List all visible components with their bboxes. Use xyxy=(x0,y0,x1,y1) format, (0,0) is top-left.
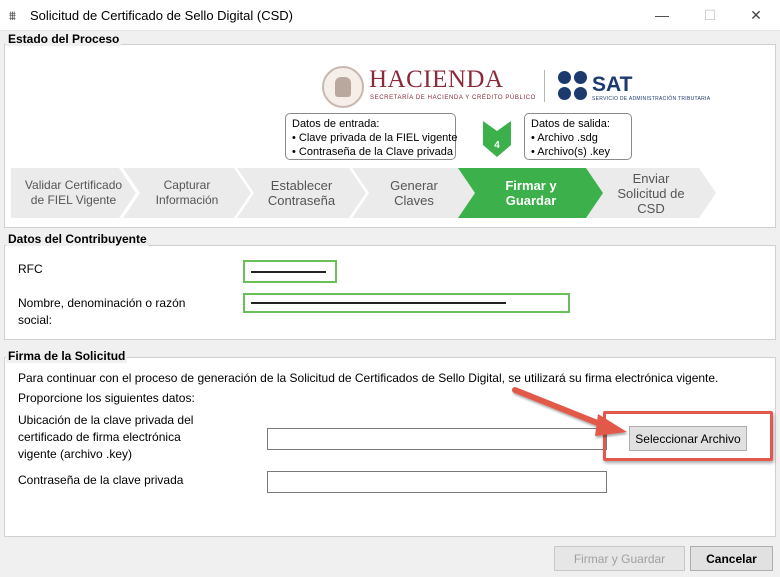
select-file-button[interactable]: Seleccionar Archivo xyxy=(629,426,747,451)
step-firmar-guardar: Firmar y Guardar xyxy=(458,168,604,218)
output-data-box: Datos de salida: • Archivo .sdg • Archiv… xyxy=(524,113,632,160)
rfc-label: RFC xyxy=(18,262,43,276)
step-label: Validar Certificado de FIEL Vigente xyxy=(24,178,123,207)
password-label: Contraseña de la clave privada xyxy=(18,473,184,487)
key-location-label: Ubicación de la clave privada del certif… xyxy=(18,413,194,461)
hacienda-logo-subtitle: SECRETARÍA DE HACIENDA Y CRÉDITO PÚBLICO xyxy=(370,95,536,101)
name-field xyxy=(243,293,570,313)
hacienda-seal-logo xyxy=(322,66,364,108)
rfc-field xyxy=(243,260,337,283)
input-data-item: • Clave privada de la FIEL vigente xyxy=(292,132,458,144)
step-enviar-solicitud: Enviar Solicitud de CSD xyxy=(586,168,716,218)
name-label: Nombre, denominación o razón social: xyxy=(18,296,186,327)
maximize-icon: ☐ xyxy=(703,7,717,23)
current-step-number: 4 xyxy=(494,140,500,151)
output-data-item: • Archivo(s) .key xyxy=(531,146,611,158)
minimize-icon[interactable]: — xyxy=(644,4,680,26)
output-data-item: • Archivo .sdg xyxy=(531,132,598,144)
close-icon[interactable]: ✕ xyxy=(738,4,774,26)
redacted-value xyxy=(251,271,326,273)
redacted-value xyxy=(251,302,506,304)
window-title: Solicitud de Certificado de Sello Digita… xyxy=(30,8,294,23)
step-label: Establecer Contraseña xyxy=(267,178,336,208)
step-establecer-contrasena: Establecer Contraseña xyxy=(237,168,366,218)
password-input[interactable] xyxy=(267,471,607,493)
output-data-title: Datos de salida: xyxy=(531,118,610,130)
signature-group-label: Firma de la Solicitud xyxy=(6,349,128,363)
title-bar: ⩩ Solicitud de Certificado de Sello Digi… xyxy=(0,0,780,31)
logo-divider xyxy=(544,70,545,102)
step-validar-certificado: Validar Certificado de FIEL Vigente xyxy=(11,168,136,218)
sign-save-button[interactable]: Firmar y Guardar xyxy=(554,546,685,571)
sat-logo-text: SAT xyxy=(592,73,633,96)
current-step-arrow-icon xyxy=(483,121,511,157)
sat-logo-icon xyxy=(558,71,588,101)
step-label: Enviar Solicitud de CSD xyxy=(617,170,685,216)
step-label: Generar Claves xyxy=(390,178,438,208)
app-icon: ⩩ xyxy=(9,8,16,23)
cancel-button[interactable]: Cancelar xyxy=(690,546,773,571)
step-capturar-informacion: Capturar Información xyxy=(123,168,251,218)
red-arrow-icon xyxy=(512,387,627,436)
input-data-box: Datos de entrada: • Clave privada de la … xyxy=(285,113,458,160)
input-data-item: • Contraseña de la Clave privada xyxy=(292,146,453,158)
step-label: Capturar Información xyxy=(155,178,219,207)
signature-prompt-text: Proporcione los siguientes datos: xyxy=(18,391,195,405)
hacienda-logo-text: HACIENDA xyxy=(369,66,504,93)
process-group-label: Estado del Proceso xyxy=(6,32,122,46)
step-label: Firmar y Guardar xyxy=(505,178,557,208)
input-data-title: Datos de entrada: xyxy=(292,118,380,130)
taxpayer-group-label: Datos del Contribuyente xyxy=(6,232,149,246)
sat-logo-subtitle: SERVICIO DE ADMINISTRACIÓN TRIBUTARIA xyxy=(592,96,711,102)
